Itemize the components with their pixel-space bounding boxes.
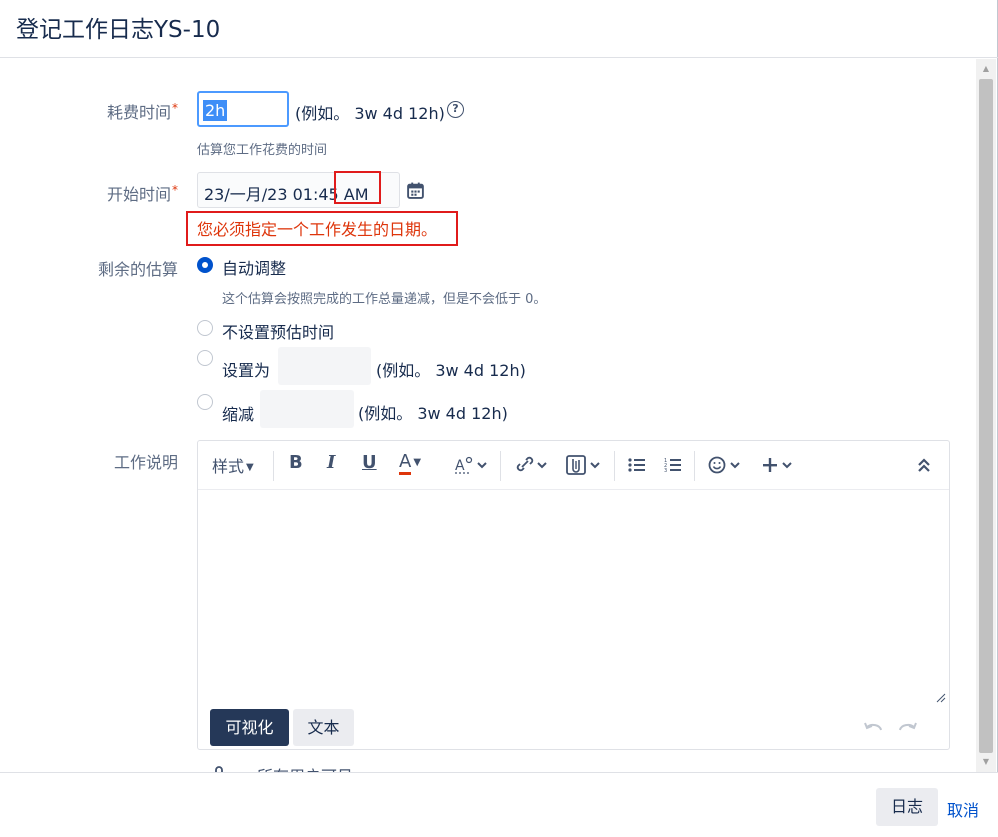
calendar-icon[interactable] (406, 181, 425, 200)
text-color-button[interactable]: A ▼ (399, 452, 421, 475)
radio-auto-adjust[interactable] (197, 257, 213, 273)
toolbar-divider (614, 451, 615, 481)
text-mode-button[interactable]: 文本 (293, 709, 354, 746)
dialog-footer: 日志 取消 (0, 772, 998, 837)
cancel-link[interactable]: 取消 (947, 797, 979, 821)
collapse-icon[interactable] (917, 457, 931, 473)
reduce-by-input[interactable] (260, 390, 354, 428)
auto-adjust-label[interactable]: 自动调整 (222, 255, 286, 279)
highlight-box-am (334, 171, 381, 204)
redo-icon[interactable] (898, 720, 918, 736)
time-spent-value: 2h (203, 100, 228, 121)
svg-text:A: A (455, 458, 465, 474)
question-circle-icon[interactable]: ? (447, 101, 464, 118)
remaining-estimate-label: 剩余的估算 (97, 260, 178, 279)
text-format-icon[interactable]: A (454, 456, 494, 476)
visual-mode-button[interactable]: 可视化 (210, 709, 289, 746)
attachment-icon[interactable] (566, 454, 604, 476)
plus-icon[interactable] (761, 455, 797, 475)
scrollbar-thumb[interactable] (979, 79, 993, 753)
set-to-label[interactable]: 设置为 (222, 357, 270, 381)
rich-text-editor[interactable]: 样式 ▼ B I U A ▼ A 1 2 3 可视化 文本 (197, 440, 950, 750)
set-to-input[interactable] (278, 347, 371, 385)
reduce-by-example: (例如。 3w 4d 12h) (358, 404, 508, 423)
start-time-error: 您必须指定一个工作发生的日期。 (197, 220, 438, 239)
emoji-icon[interactable] (708, 455, 744, 475)
link-icon[interactable] (514, 455, 550, 475)
italic-icon[interactable]: I (327, 452, 335, 473)
dialog-title: 登记工作日志YS-10 (16, 17, 221, 43)
chevron-down-icon: ▼ (246, 462, 254, 473)
radio-reduce-by[interactable] (197, 394, 213, 410)
no-estimate-label[interactable]: 不设置预估时间 (222, 319, 334, 343)
style-dropdown[interactable]: 样式 ▼ (212, 453, 254, 477)
editor-toolbar: 样式 ▼ B I U A ▼ A 1 2 3 (198, 441, 949, 490)
reduce-by-label[interactable]: 缩减 (222, 401, 254, 425)
resize-handle-icon[interactable] (936, 693, 946, 703)
required-asterisk: * (172, 183, 178, 197)
time-spent-example: (例如。 3w 4d 12h) (295, 104, 445, 123)
bullet-list-icon[interactable] (628, 457, 646, 473)
radio-no-estimate[interactable] (197, 320, 213, 336)
radio-set-to[interactable] (197, 350, 213, 366)
toolbar-divider (273, 451, 274, 481)
start-time-label: 开始时间* (106, 183, 178, 204)
chevron-down-icon: ▼ (413, 457, 422, 468)
scroll-up-arrow-icon[interactable]: ▲ (976, 61, 996, 77)
toolbar-divider (500, 451, 501, 481)
set-to-example: (例如。 3w 4d 12h) (376, 361, 526, 380)
scroll-down-arrow-icon[interactable]: ▼ (976, 754, 996, 770)
svg-text:3: 3 (664, 468, 667, 473)
underline-icon[interactable]: U (362, 452, 377, 473)
log-button[interactable]: 日志 (876, 788, 938, 826)
work-description-label: 工作说明 (113, 453, 178, 472)
dialog-header: 登记工作日志YS-10 (0, 0, 998, 58)
time-spent-label: 耗费时间* (106, 101, 178, 122)
log-work-dialog: 登记工作日志YS-10 ▲ ▼ 耗费时间* 2h (例如。 3w 4d 12h)… (0, 0, 998, 837)
numbered-list-icon[interactable]: 1 2 3 (664, 457, 682, 473)
toolbar-divider (694, 451, 695, 481)
time-spent-input[interactable]: 2h (197, 91, 289, 127)
undo-icon[interactable] (863, 720, 883, 736)
auto-adjust-description: 这个估算会按照完成的工作总量递减，但是不会低于 0。 (222, 292, 547, 307)
text-color-icon: A (399, 452, 412, 475)
required-asterisk: * (172, 101, 178, 115)
scrollbar[interactable]: ▲ ▼ (976, 59, 996, 772)
time-spent-help: 估算您工作花费的时间 (197, 143, 328, 158)
bold-icon[interactable]: B (289, 452, 303, 473)
